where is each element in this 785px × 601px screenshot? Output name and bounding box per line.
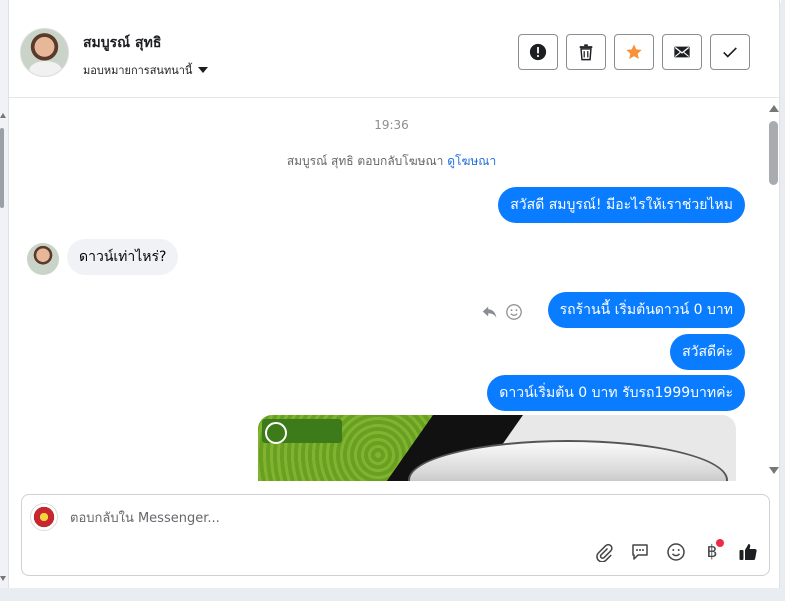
attach-button[interactable]	[593, 541, 615, 563]
scroll-down-arrow[interactable]	[769, 467, 779, 474]
check-icon	[723, 47, 737, 58]
chevron-down-icon	[198, 67, 209, 73]
dealer-logo	[262, 419, 342, 444]
emoji-button[interactable]	[665, 541, 687, 563]
ad-reply-notice: สมบูรณ์ สุทธิ ตอบกลับโฆษณา ดูโฆษณา	[9, 152, 774, 171]
sender-avatar[interactable]	[27, 243, 59, 275]
mark-done-button[interactable]	[710, 34, 750, 70]
composer-tools: ฿	[593, 539, 759, 563]
message-thread[interactable]: 19:36 สมบูรณ์ สุทธิ ตอบกลับโฆษณา ดูโฆษณา…	[9, 99, 779, 481]
contact-avatar[interactable]	[20, 28, 69, 77]
trash-icon	[579, 44, 593, 61]
assign-label: มอบหมายการสนทนานี้	[83, 64, 193, 77]
image-attachment[interactable]	[258, 415, 736, 481]
thumbs-up-icon	[739, 544, 757, 561]
saved-replies-button[interactable]	[629, 541, 651, 563]
right-gutter	[781, 0, 785, 601]
contact-name[interactable]: สมบูรณ์ สุทธิ	[83, 32, 161, 54]
star-icon	[626, 44, 642, 60]
star-button[interactable]	[614, 34, 654, 70]
message-timestamp: 19:36	[374, 118, 409, 132]
message-bubble-incoming[interactable]: ดาวน์เท่าไหร่?	[67, 239, 179, 275]
conversation-panel: สมบูรณ์ สุทธิ มอบหมายการสนทนานี้ 19:36 ส…	[8, 0, 780, 601]
conversation-header: สมบูรณ์ สุทธิ มอบหมายการสนทนานี้	[9, 4, 779, 98]
page-avatar	[30, 503, 58, 531]
left-scrollbar-thumb[interactable]	[0, 128, 4, 208]
message-actions	[481, 303, 523, 321]
message-bubble-outgoing[interactable]: สวัสดี สมบูรณ์! มีอะไรให้เราช่วยไหม	[498, 187, 745, 223]
mail-icon	[674, 46, 690, 58]
message-bubble-outgoing[interactable]: ดาวน์เริ่มต้น 0 บาท รับรถ1999บาทค่ะ	[487, 375, 745, 411]
message-bubble-outgoing[interactable]: สวัสดีค่ะ	[670, 334, 745, 370]
smiley-icon	[667, 543, 685, 561]
email-button[interactable]	[662, 34, 702, 70]
ad-reply-text: สมบูรณ์ สุทธิ ตอบกลับโฆษณา	[286, 154, 444, 168]
reply-icon[interactable]	[481, 303, 499, 321]
scroll-down-arrow[interactable]	[0, 576, 6, 581]
spam-button[interactable]	[518, 34, 558, 70]
scrollbar-thumb[interactable]	[769, 121, 778, 185]
notification-dot	[716, 539, 724, 547]
like-button[interactable]	[737, 541, 759, 563]
alert-icon	[529, 43, 547, 61]
scroll-up-arrow[interactable]	[0, 113, 6, 118]
scroll-up-arrow[interactable]	[769, 105, 779, 112]
bottom-gutter	[0, 588, 785, 601]
thread-scrollbar[interactable]	[768, 99, 779, 481]
chat-bubble-icon	[632, 544, 648, 560]
view-ad-link[interactable]: ดูโฆษณา	[447, 154, 496, 168]
left-scroll-track	[0, 0, 8, 601]
payment-button[interactable]: ฿	[701, 539, 724, 563]
react-smiley-icon[interactable]	[505, 303, 523, 321]
assign-conversation-dropdown[interactable]: มอบหมายการสนทนานี้	[83, 61, 209, 79]
header-actions	[518, 34, 750, 70]
reply-input[interactable]	[70, 507, 710, 529]
delete-button[interactable]	[566, 34, 606, 70]
paperclip-icon	[596, 543, 613, 562]
message-bubble-outgoing[interactable]: รถร้านนี้ เริ่มต้นดาวน์ 0 บาท	[547, 292, 745, 328]
reply-composer: ฿	[21, 494, 770, 576]
